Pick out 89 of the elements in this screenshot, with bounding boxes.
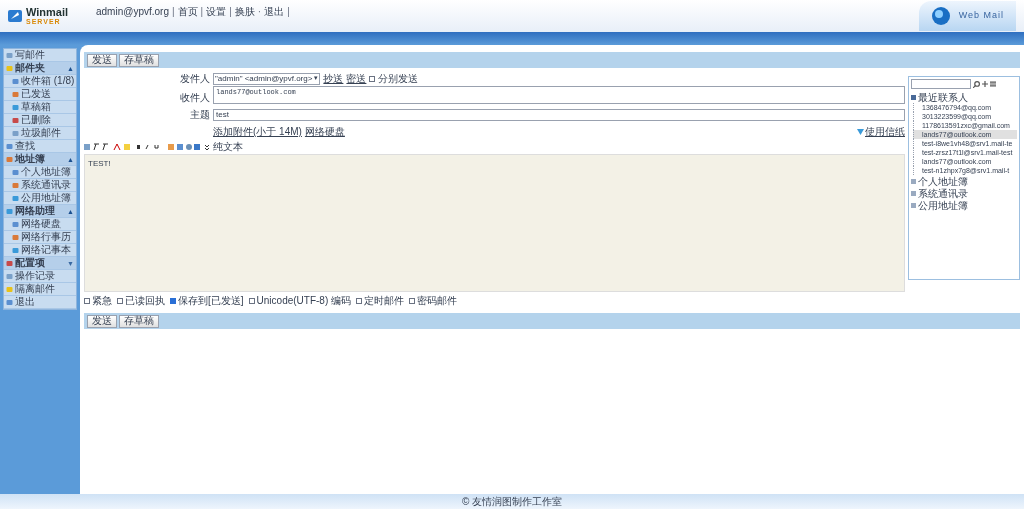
brand-text: Web Mail (958, 9, 1004, 23)
bcc-link[interactable]: 密送 (346, 71, 367, 86)
sidebar-label: 退出 (15, 297, 35, 307)
user-email: admin@ypvf.org (96, 5, 169, 19)
toolbar-button[interactable]: 存草稿 (119, 53, 159, 67)
sidebar-label: 操作记录 (15, 271, 55, 281)
sidebar-subitem[interactable]: 收件箱 (1/8) (4, 75, 76, 88)
cc-link[interactable]: 抄送 (323, 71, 344, 86)
sidebar-subitem[interactable]: 垃圾邮件 (4, 127, 76, 140)
sidebar-label: 已删除 (21, 115, 51, 125)
tree-group-label[interactable]: 最近联系人 (918, 92, 968, 102)
sidebar-label: 系统通讯录 (21, 180, 71, 190)
netdisk-link[interactable]: 网络硬盘 (304, 124, 345, 139)
header-link[interactable]: 退出 (264, 4, 285, 19)
search-icon[interactable] (973, 80, 980, 88)
checkbox[interactable] (170, 297, 176, 304)
checkbox[interactable] (369, 75, 376, 82)
header-link[interactable]: 换肤 (234, 4, 255, 19)
sidebar-subitem[interactable]: 已发送 (4, 88, 76, 101)
sidebar-label: 网络助理 (15, 206, 55, 216)
sidebar-subitem[interactable]: 网络行事历 (4, 231, 76, 244)
sidebar-subitem[interactable]: 系统通讯录 (4, 179, 76, 192)
sidebar-label: 写邮件 (15, 50, 45, 60)
tree-node-icon[interactable] (911, 94, 916, 100)
sidebar-label: 个人地址簿 (21, 167, 71, 177)
checkbox-label: Unicode(UTF-8) 编码 (256, 294, 352, 308)
sidebar-item[interactable]: 隔离邮件 (4, 283, 76, 296)
separator: | (200, 5, 204, 19)
sidebar-label: 地址簿 (15, 154, 45, 164)
field-label: 主题 (189, 108, 210, 122)
checkbox[interactable] (117, 297, 123, 304)
sidebar-label: 公用地址簿 (21, 193, 71, 203)
stationery-link[interactable]: 使用信纸 (865, 124, 905, 139)
tree-node-icon[interactable] (911, 178, 916, 184)
checkbox-label: 密码邮件 (417, 294, 458, 308)
header-link[interactable]: 设置 (206, 4, 227, 19)
tree-group-label[interactable]: 系统通讯录 (918, 188, 968, 198)
sidebar-label: 配置项 (15, 258, 45, 268)
sidebar-label: 垃圾邮件 (21, 128, 61, 138)
sidebar-subitem[interactable]: 已删除 (4, 114, 76, 127)
checkbox[interactable] (248, 297, 255, 304)
header-link[interactable]: 首页 (177, 4, 198, 19)
sidebar-label: 收件箱 (1/8) (21, 76, 75, 86)
sidebar-label: 网络行事历 (21, 232, 71, 242)
checkbox-label: 保存到[已发送] (178, 294, 244, 308)
sidebar-label: 已发送 (21, 89, 51, 99)
sidebar-label: 网络硬盘 (21, 219, 61, 229)
logo-text: Winmail (26, 7, 69, 18)
globe-icon (930, 6, 951, 26)
sidebar-label: 网络记事本 (21, 245, 71, 255)
checkbox[interactable] (84, 297, 90, 304)
subject-field[interactable]: test (213, 108, 905, 121)
footer-text: © 友情润图制作工作室 (461, 495, 563, 509)
checkbox-label: 定时邮件 (364, 294, 405, 308)
checkbox[interactable] (356, 297, 363, 304)
toolbar-button[interactable]: 存草稿 (119, 314, 159, 328)
sidebar-label: 查找 (15, 141, 35, 151)
sidebar-label: 邮件夹 (15, 63, 45, 73)
sidebar-subitem[interactable]: 个人地址簿 (4, 166, 76, 179)
separator: · (257, 5, 262, 19)
separator: | (171, 5, 175, 19)
attach-link[interactable]: 添加附件(小于 14M) (213, 124, 302, 139)
tree-group-label[interactable]: 公用地址簿 (918, 200, 968, 210)
toolbar-button[interactable]: 发送 (87, 53, 117, 67)
checkbox-label: 分别发送 (378, 72, 419, 86)
sidebar-item[interactable]: 操作记录 (4, 270, 76, 283)
separator: | (229, 5, 232, 19)
sidebar-label: 隔离邮件 (15, 284, 55, 294)
contact-search-field[interactable] (911, 79, 971, 89)
tree-node-icon[interactable] (911, 202, 916, 208)
checkbox-label: 紧急 (92, 294, 112, 308)
sidebar-label: 草稿箱 (21, 102, 51, 112)
toolbar-button[interactable]: 发送 (87, 314, 117, 328)
message-body-editor[interactable]: TEST! (84, 154, 905, 292)
editor-toolbar-drawing[interactable] (84, 142, 210, 151)
field-label: 收件人 (179, 91, 210, 105)
sender-value: "admin" <admin@ypvf.org> (215, 72, 313, 85)
checkbox-label: 已读回执 (125, 294, 165, 308)
plus-icon[interactable] (982, 81, 988, 87)
sidebar-subitem[interactable]: 网络硬盘 (4, 218, 76, 231)
sidebar-subitem[interactable]: 草稿箱 (4, 101, 76, 114)
tree-group-label[interactable]: 个人地址簿 (918, 176, 968, 186)
plain-text-link[interactable]: 纯文本 (213, 139, 243, 154)
field-label: 发件人 (179, 72, 210, 86)
tree-node-icon[interactable] (911, 190, 916, 196)
separator: | (287, 5, 290, 19)
stationery-icon (857, 128, 864, 135)
sidebar-item[interactable]: 退出 (4, 296, 76, 309)
checkbox[interactable] (409, 297, 416, 304)
